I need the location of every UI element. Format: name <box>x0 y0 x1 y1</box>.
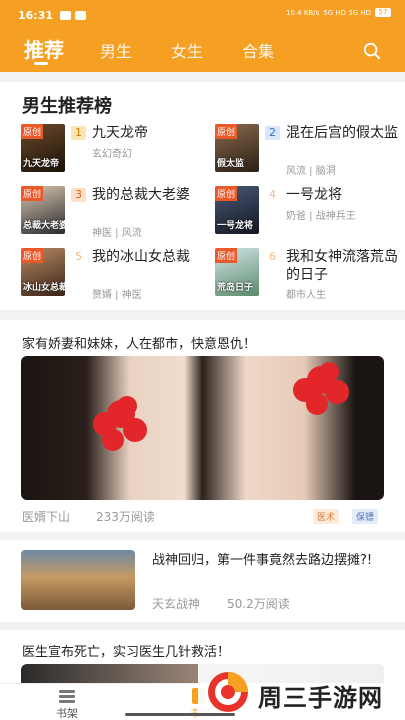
tab-female[interactable]: 女生 <box>171 38 203 62</box>
book-title[interactable]: 混在后宫的假太监 <box>286 124 398 142</box>
book-title[interactable]: 九天龙帝 <box>92 124 204 142</box>
ranking-book-item[interactable]: 原创 总裁大老婆 3 我的总裁大老婆 神医 | 风流 <box>21 186 204 239</box>
top-header: 16:31 10.4 KB/s 5G HD 5G HD 57 推荐 男生 女生 … <box>0 0 405 72</box>
network-speed: 10.4 KB/s <box>286 8 320 17</box>
feed-reads: 50.2万阅读 <box>227 597 290 611</box>
book-genre: 神医 | 风流 <box>92 228 142 239</box>
cover-title: 假太监 <box>217 159 245 169</box>
original-badge: 原创 <box>21 186 44 201</box>
section-title: 男生推荐榜 <box>22 96 112 117</box>
rank-number: 1 <box>71 126 86 140</box>
home-indicator <box>125 713 235 716</box>
book-cover[interactable]: 原创 九天龙帝 <box>21 124 65 172</box>
status-right: 10.4 KB/s 5G HD 5G HD 57 <box>286 8 391 17</box>
rank-number: 2 <box>265 126 280 140</box>
genre-tag: 保镖 <box>352 509 379 524</box>
ranking-book-item[interactable]: 原创 九天龙帝 1 九天龙帝 玄幻奇幻 <box>21 124 201 176</box>
feed-author: 医婿下山 <box>22 510 71 524</box>
original-badge: 原创 <box>21 248 44 263</box>
cover-title: 荒岛日子 <box>217 283 254 293</box>
status-bar: 16:31 10.4 KB/s 5G HD 5G HD 57 <box>0 0 405 30</box>
tab-collection[interactable]: 合集 <box>242 38 274 62</box>
original-badge: 原创 <box>215 248 238 263</box>
book-title[interactable]: 我的冰山女总裁 <box>92 248 204 266</box>
cover-title: 冰山女总裁 <box>23 283 65 293</box>
book-cover[interactable]: 原创 一号龙将 <box>215 186 259 234</box>
nav-shelf-label[interactable]: 书架 <box>56 705 78 720</box>
original-badge: 原创 <box>21 124 44 139</box>
book-genre: 玄幻奇幻 <box>92 149 132 160</box>
cover-title: 九天龙帝 <box>23 159 60 169</box>
message-icon <box>60 11 71 20</box>
search-icon[interactable] <box>363 42 381 60</box>
rank-number: 3 <box>71 188 86 202</box>
signal-indicator: 5G HD 5G HD <box>323 8 371 17</box>
feed-card[interactable]: 战神回归，第一件事竟然去路边摆摊?! 天玄战神 50.2万阅读 <box>0 540 405 622</box>
genre-tag: 医术 <box>313 509 340 524</box>
ranking-book-item[interactable]: 原创 荒岛日子 6 我和女神流落荒岛的日子 都市人生 <box>215 248 398 301</box>
category-tabs: 推荐 男生 女生 合集 <box>0 34 405 72</box>
feed-headline[interactable]: 医生宣布死亡，实习医生几针救活！ <box>22 641 230 660</box>
feed-headline[interactable]: 战神回归，第一件事竟然去路边摆摊?! <box>152 551 387 571</box>
cover-title: 总裁大老婆 <box>23 221 65 231</box>
feed-card[interactable]: 家有娇妻和妹妹，人在都市，快意恩仇！ 医婿下山 233万阅读 医术 保镖 <box>0 320 405 532</box>
watermark-logo-icon <box>208 672 248 712</box>
original-badge: 原创 <box>215 124 238 139</box>
book-cover[interactable]: 原创 冰山女总裁 <box>21 248 65 296</box>
book-genre: 赘婿 | 神医 <box>92 290 142 301</box>
rank-number: 5 <box>75 250 82 263</box>
feed-headline[interactable]: 家有娇妻和妹妹，人在都市，快意恩仇！ <box>22 333 256 352</box>
book-genre: 奶爸 | 战神兵王 <box>286 211 356 222</box>
watermark-text: 周三手游网 <box>258 684 383 712</box>
feed-reads: 233万阅读 <box>96 510 155 524</box>
book-genre: 风流 | 脑洞 <box>286 166 336 177</box>
status-time: 16:31 <box>18 9 54 22</box>
book-genre: 都市人生 <box>286 290 326 301</box>
cover-photo[interactable] <box>21 356 384 500</box>
tab-male[interactable]: 男生 <box>100 38 132 62</box>
feed-thumbnail[interactable] <box>21 550 135 610</box>
active-tab-indicator <box>34 62 48 65</box>
book-title[interactable]: 我的总裁大老婆 <box>92 186 204 204</box>
watermark: 周三手游网 <box>198 664 405 720</box>
battery-icon: 57 <box>375 8 391 17</box>
ranking-book-item[interactable]: 原创 冰山女总裁 5 我的冰山女总裁 赘婿 | 神医 <box>21 248 204 301</box>
book-cover[interactable]: 原创 总裁大老婆 <box>21 186 65 234</box>
male-ranking-section: 男生推荐榜 原创 九天龙帝 1 九天龙帝 玄幻奇幻 原创 假太监 2 混在后宫的… <box>0 82 405 310</box>
book-cover[interactable]: 原创 假太监 <box>215 124 259 172</box>
original-badge: 原创 <box>215 186 238 201</box>
rank-number: 4 <box>269 188 276 201</box>
book-title[interactable]: 一号龙将 <box>286 186 398 204</box>
bookshelf-icon[interactable] <box>58 689 76 704</box>
tab-recommend[interactable]: 推荐 <box>24 34 64 63</box>
ranking-book-item[interactable]: 原创 一号龙将 4 一号龙将 奶爸 | 战神兵王 <box>215 186 395 238</box>
notification-icon <box>75 11 86 20</box>
feed-author: 天玄战神 <box>152 597 201 611</box>
ranking-book-item[interactable]: 原创 假太监 2 混在后宫的假太监 风流 | 脑洞 <box>215 124 398 177</box>
rank-number: 6 <box>269 250 276 263</box>
book-cover[interactable]: 原创 荒岛日子 <box>215 248 259 296</box>
cover-title: 一号龙将 <box>217 221 254 231</box>
flower-decoration <box>93 362 349 451</box>
book-title[interactable]: 我和女神流落荒岛的日子 <box>286 248 398 284</box>
